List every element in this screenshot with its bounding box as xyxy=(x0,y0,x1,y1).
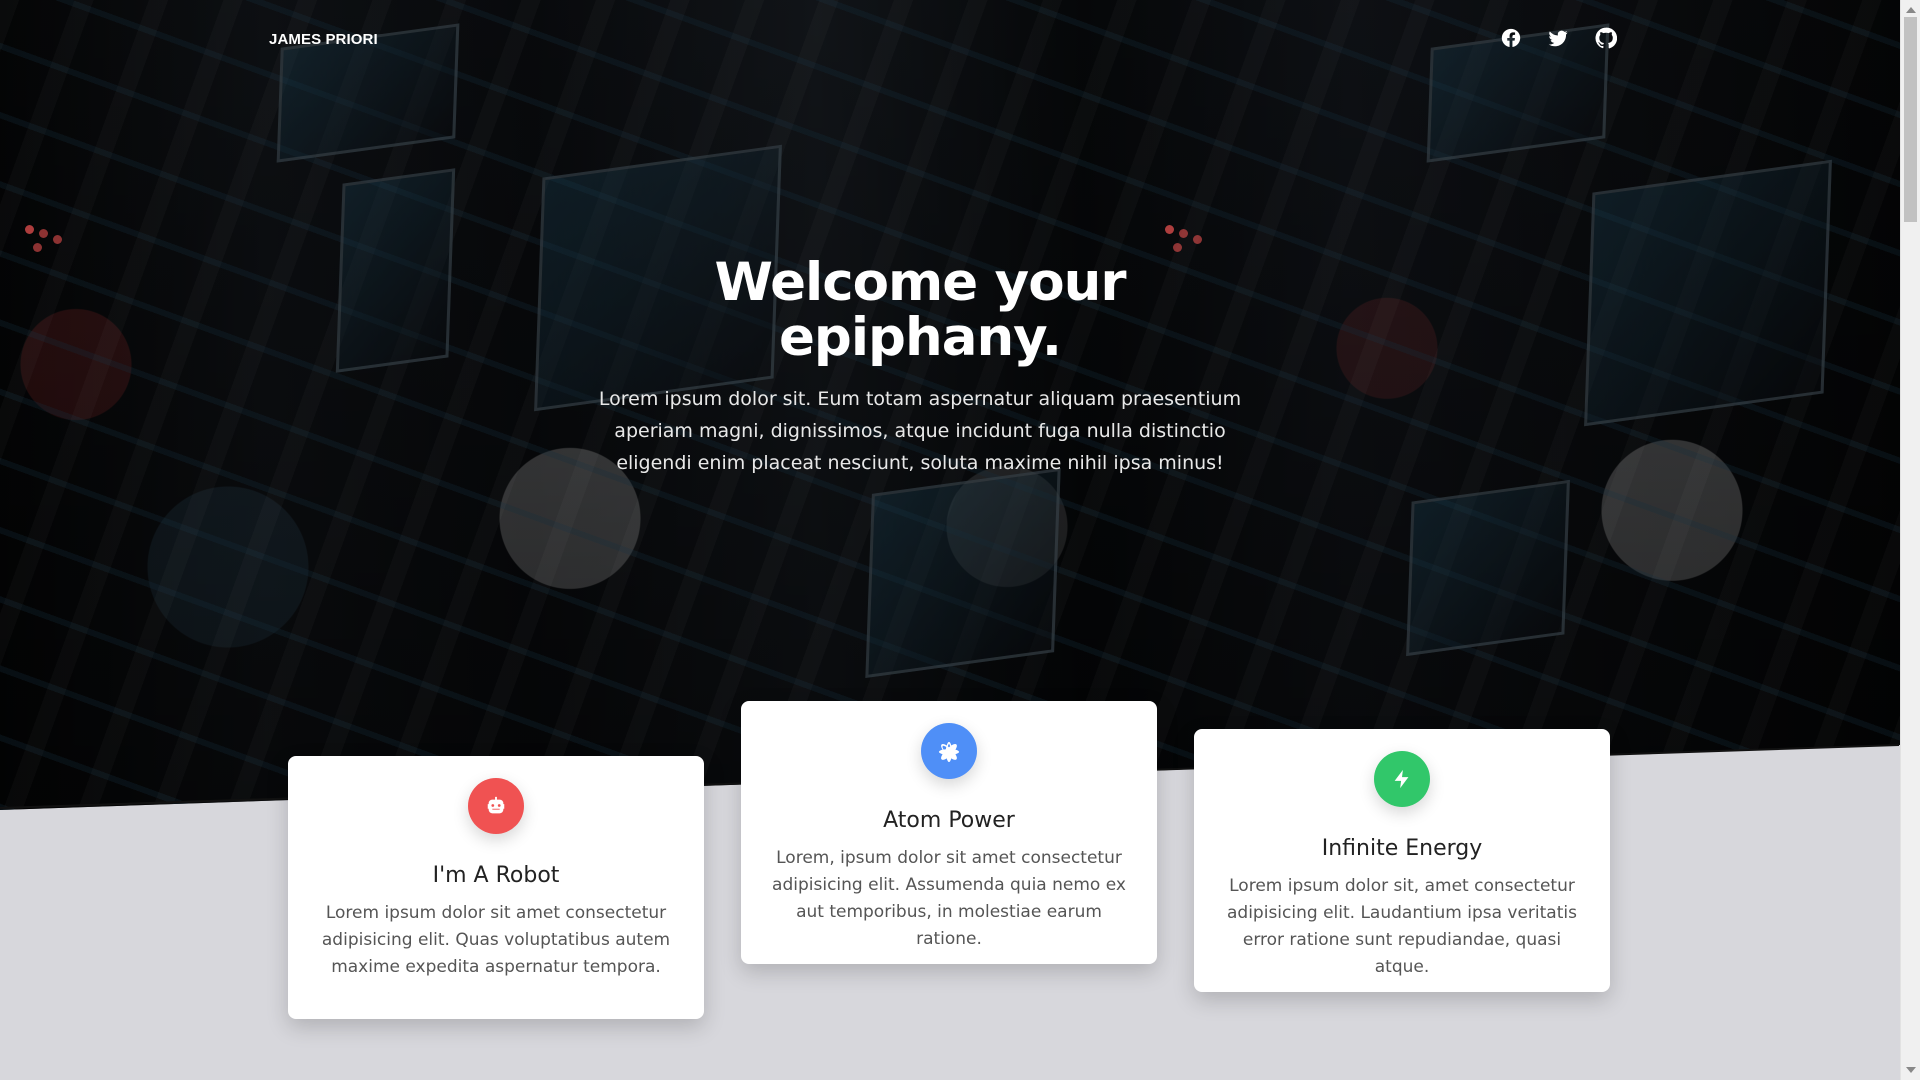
hero-description: Lorem ipsum dolor sit. Eum totam asperna… xyxy=(598,388,1242,474)
github-icon[interactable] xyxy=(1595,27,1617,49)
vertical-scrollbar[interactable] xyxy=(1900,0,1920,1080)
scrollbar-thumb[interactable] xyxy=(1904,17,1917,222)
brand-link[interactable]: JAMES PRIORI xyxy=(269,31,378,48)
hero-title: Welcome your epiphany. xyxy=(714,252,1127,368)
hero-content: Welcome your epiphany. Lorem ipsum dolor… xyxy=(590,255,1250,479)
feature-description: Lorem ipsum dolor sit, amet consectetur … xyxy=(1227,876,1577,977)
lightning-icon xyxy=(1374,751,1430,807)
atom-icon xyxy=(921,723,977,779)
hero-screen-panel xyxy=(1406,479,1570,657)
feature-description: Lorem ipsum dolor sit amet consectetur a… xyxy=(321,903,671,977)
scroll-up-arrow-icon[interactable] xyxy=(1906,7,1916,13)
hero-screen-panel xyxy=(335,168,456,373)
hero-screen-panel xyxy=(865,467,1061,679)
feature-card-energy: Infinite Energy Lorem ipsum dolor sit, a… xyxy=(1194,729,1610,992)
feature-description: Lorem, ipsum dolor sit amet consectetur … xyxy=(772,848,1126,949)
top-navigation: JAMES PRIORI xyxy=(0,0,1900,80)
facebook-icon[interactable] xyxy=(1500,27,1522,49)
feature-card-atom: Atom Power Lorem, ipsum dolor sit amet c… xyxy=(741,701,1157,964)
hero-red-lights xyxy=(25,225,34,234)
feature-title: Atom Power xyxy=(883,808,1015,833)
robot-icon xyxy=(468,778,524,834)
twitter-icon[interactable] xyxy=(1547,27,1569,49)
page-viewport: JAMES PRIORI Welcome your epiphany. Lore… xyxy=(0,0,1900,1080)
feature-card-robot: I'm A Robot Lorem ipsum dolor sit amet c… xyxy=(288,756,704,1019)
hero-screen-panel xyxy=(1584,159,1832,427)
feature-title: Infinite Energy xyxy=(1321,836,1483,861)
feature-title: I'm A Robot xyxy=(432,863,560,888)
scroll-down-arrow-icon[interactable] xyxy=(1906,1067,1916,1073)
hero-red-lights xyxy=(1165,225,1174,234)
